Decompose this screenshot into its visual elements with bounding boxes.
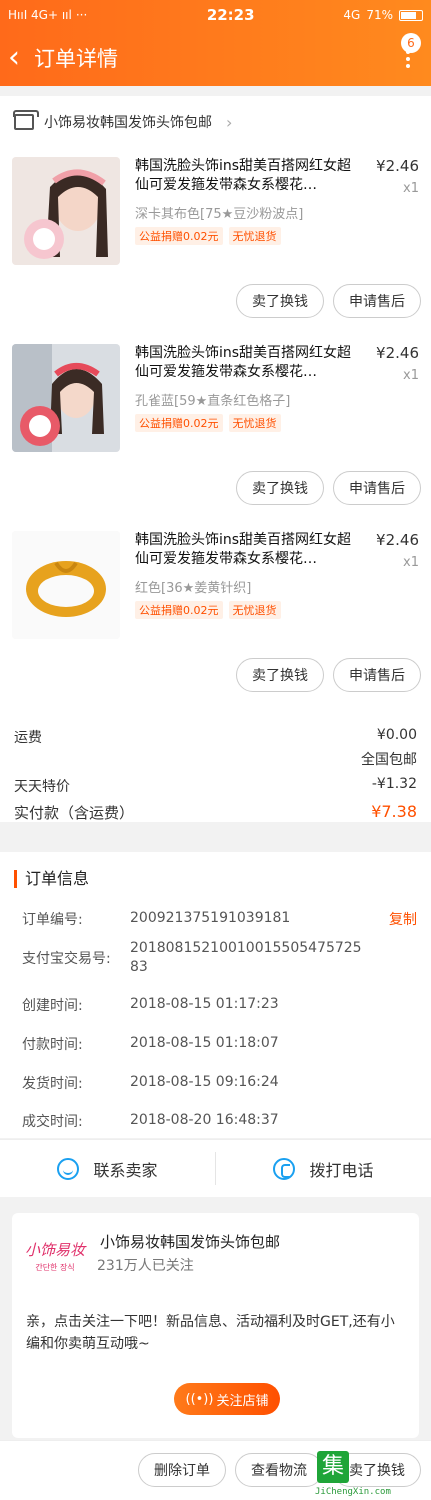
call-label: 拨打电话 bbox=[309, 1160, 374, 1180]
watermark-mark: 集 bbox=[317, 1451, 349, 1483]
phone-icon bbox=[273, 1157, 296, 1180]
delete-order-button[interactable]: 删除订单 bbox=[138, 1453, 226, 1487]
charity-tag: 公益捐赠0.02元 bbox=[135, 601, 223, 619]
broadcast-icon: ((•)) bbox=[185, 1391, 214, 1407]
after-sales-button[interactable]: 申请售后 bbox=[333, 471, 421, 505]
shipped-time: 2018-08-15 09:16:24 bbox=[130, 1074, 279, 1090]
product-spec: 红色[36★姜黄针织] bbox=[135, 581, 252, 596]
product-tags: 公益捐赠0.02元 无忧退货 bbox=[135, 601, 281, 619]
watermark-logo: 集 JiChengXin.com bbox=[315, 1443, 431, 1500]
shipping-note: 全国包邮 bbox=[361, 752, 417, 768]
free-return-tag: 无忧退货 bbox=[228, 227, 281, 245]
created-time: 2018-08-15 01:17:23 bbox=[130, 996, 279, 1012]
copy-button[interactable]: 复制 bbox=[389, 909, 417, 929]
charity-tag: 公益捐赠0.02元 bbox=[135, 227, 223, 245]
shipping-value: ¥0.00 bbox=[376, 727, 417, 743]
free-return-tag: 无忧退货 bbox=[228, 601, 281, 619]
chevron-right-icon: › bbox=[226, 112, 233, 132]
info-label: 支付宝交易号: bbox=[22, 951, 111, 967]
after-sales-button[interactable]: 申请售后 bbox=[333, 658, 421, 692]
product-price: ¥2.46 bbox=[376, 157, 419, 175]
special-label: 天天特价 bbox=[14, 779, 70, 795]
follow-store-button[interactable]: ((•)) 关注店铺 bbox=[174, 1383, 280, 1415]
product-quantity: x1 bbox=[403, 555, 419, 570]
free-return-tag: 无忧退货 bbox=[228, 414, 281, 432]
order-item[interactable]: 韩国洗脸头饰ins甜美百搭网红女超仙可爱发箍发带森女系樱花… ¥2.46 x1 … bbox=[0, 531, 431, 711]
store-logo-subtext: 간단한 장식 bbox=[35, 1263, 75, 1272]
page-title: 订单详情 bbox=[34, 47, 118, 71]
shipping-row: 运费 ¥0.00 全国包邮 bbox=[14, 727, 417, 769]
info-label: 创建时间: bbox=[22, 998, 83, 1014]
store-logo-text: 小饰易妆 bbox=[24, 1241, 85, 1259]
product-quantity: x1 bbox=[403, 181, 419, 196]
product-title[interactable]: 韩国洗脸头饰ins甜美百搭网红女超仙可爱发箍发带森女系樱花… bbox=[135, 157, 360, 195]
paid-row: 实付款（含运费） ¥7.38 bbox=[14, 802, 417, 823]
store-icon bbox=[13, 110, 39, 130]
product-image[interactable] bbox=[12, 344, 120, 452]
network-label: 4G bbox=[343, 8, 361, 22]
signal-text: HııI 4G+ ııl bbox=[8, 8, 72, 22]
contact-bar: 联系卖家 拨打电话 bbox=[0, 1139, 431, 1197]
store-followers: 231万人已关注 bbox=[97, 1258, 194, 1274]
chat-icon bbox=[57, 1157, 80, 1180]
product-title[interactable]: 韩国洗脸头饰ins甜美百搭网红女超仙可爱发箍发带森女系樱花… bbox=[135, 344, 360, 382]
order-item[interactable]: 韩国洗脸头饰ins甜美百搭网红女超仙可爱发箍发带森女系樱花… ¥2.46 x1 … bbox=[0, 157, 431, 337]
info-label: 发货时间: bbox=[22, 1076, 83, 1092]
status-right: 4G 71% bbox=[343, 8, 423, 22]
watermark-site: JiChengXin.com bbox=[315, 1487, 391, 1497]
order-number: 200921375191039181 bbox=[130, 910, 291, 926]
sell-button[interactable]: 卖了换钱 bbox=[236, 284, 324, 318]
product-image[interactable] bbox=[12, 157, 120, 265]
battery-icon bbox=[399, 9, 423, 21]
special-value: -¥1.32 bbox=[371, 776, 417, 792]
signal-indicators: HııI 4G+ ııl ··· bbox=[8, 8, 158, 22]
special-price-row: 天天特价 -¥1.32 bbox=[14, 776, 417, 796]
header: HııI 4G+ ııl ··· 22:23 4G 71% ‹ 订单详情 6 bbox=[0, 0, 431, 86]
charity-tag: 公益捐赠0.02元 bbox=[135, 414, 223, 432]
product-title[interactable]: 韩国洗脸头饰ins甜美百搭网红女超仙可爱发箍发带森女系樱花… bbox=[135, 531, 360, 569]
sell-button[interactable]: 卖了换钱 bbox=[236, 658, 324, 692]
shop-header[interactable]: 小饰易妆韩国发饰头饰包邮 › bbox=[13, 110, 233, 132]
product-quantity: x1 bbox=[403, 368, 419, 383]
shop-name: 小饰易妆韩国发饰头饰包邮 bbox=[44, 115, 212, 131]
follow-label: 关注店铺 bbox=[216, 1393, 269, 1409]
nav-bar: ‹ 订单详情 6 bbox=[0, 30, 431, 86]
order-info-title: 订单信息 bbox=[14, 870, 89, 888]
sell-button[interactable]: 卖了换钱 bbox=[236, 471, 324, 505]
product-price: ¥2.46 bbox=[376, 531, 419, 549]
store-card: 小饰易妆 간단한 장식 小饰易妆韩国发饰头饰包邮 231万人已关注 亲，点击关注… bbox=[12, 1213, 419, 1438]
product-spec: 孔雀蓝[59★直条红色格子] bbox=[135, 394, 291, 409]
store-name[interactable]: 小饰易妆韩国发饰头饰包邮 bbox=[100, 1231, 280, 1252]
paid-time: 2018-08-15 01:18:07 bbox=[130, 1035, 279, 1051]
store-logo[interactable]: 小饰易妆 간단한 장식 bbox=[24, 1231, 86, 1281]
completed-time: 2018-08-20 16:48:37 bbox=[130, 1112, 279, 1128]
battery-percent: 71% bbox=[366, 8, 393, 22]
back-arrow-icon[interactable]: ‹ bbox=[8, 43, 30, 73]
info-label: 成交时间: bbox=[22, 1114, 83, 1130]
info-label: 付款时间: bbox=[22, 1037, 83, 1053]
product-tags: 公益捐赠0.02元 无忧退货 bbox=[135, 414, 281, 432]
paid-label: 实付款（含运费） bbox=[14, 804, 135, 822]
store-description: 亲，点击关注一下吧！新品信息、活动福利及时GET,还有小编和你卖萌互动哦~ bbox=[26, 1314, 395, 1352]
shipping-label: 运费 bbox=[14, 730, 42, 746]
notification-badge: 6 bbox=[401, 33, 421, 53]
more-icon: ··· bbox=[75, 8, 88, 22]
contact-seller-button[interactable]: 联系卖家 bbox=[0, 1140, 215, 1197]
after-sales-button[interactable]: 申请售后 bbox=[333, 284, 421, 318]
contact-seller-label: 联系卖家 bbox=[93, 1160, 158, 1180]
status-bar: HııI 4G+ ııl ··· 22:23 4G 71% bbox=[0, 0, 431, 30]
product-price: ¥2.46 bbox=[376, 344, 419, 362]
view-logistics-button[interactable]: 查看物流 bbox=[235, 1453, 323, 1487]
info-label: 订单编号: bbox=[22, 912, 83, 928]
alipay-number: 2018081521001001550547572583 bbox=[130, 940, 362, 975]
status-time: 22:23 bbox=[206, 6, 255, 24]
product-tags: 公益捐赠0.02元 无忧退货 bbox=[135, 227, 281, 245]
product-image[interactable] bbox=[12, 531, 120, 639]
call-button[interactable]: 拨打电话 bbox=[216, 1140, 431, 1197]
product-spec: 深卡其布色[75★豆沙粉波点] bbox=[135, 207, 304, 222]
paid-value: ¥7.38 bbox=[371, 802, 417, 821]
order-item[interactable]: 韩国洗脸头饰ins甜美百搭网红女超仙可爱发箍发带森女系樱花… ¥2.46 x1 … bbox=[0, 344, 431, 524]
